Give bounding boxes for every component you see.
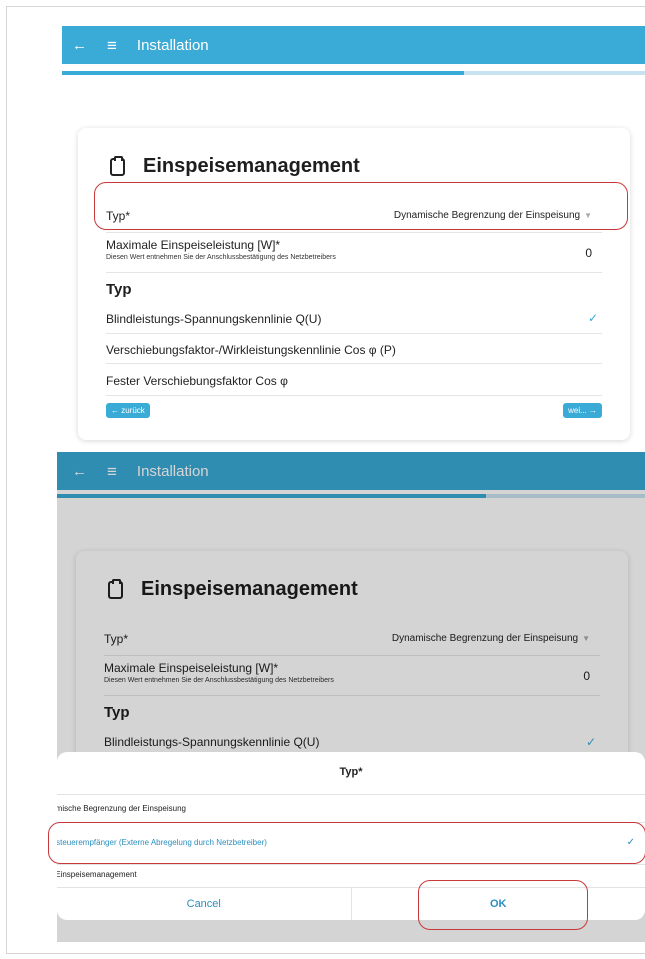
option-label: Fester Verschiebungsfaktor Cos φ xyxy=(106,374,288,388)
card-title: Einspeisemanagement xyxy=(143,155,360,177)
progress-bar xyxy=(62,71,645,75)
option-row[interactable]: Blindleistungs-Spannungskennlinie Q(U) ✓ xyxy=(106,303,602,334)
highlight-selected-option xyxy=(48,822,645,864)
picker-option-label: Kein Einspeisemanagement xyxy=(57,870,137,879)
highlight-ok-button xyxy=(418,880,588,930)
cancel-button[interactable]: Cancel xyxy=(57,888,352,920)
progress-bar-fill xyxy=(62,71,465,75)
menu-icon[interactable]: ≡ xyxy=(107,37,117,54)
check-icon: ✓ xyxy=(587,311,598,325)
section-heading: Typ xyxy=(106,281,132,298)
next-button[interactable]: wei... → xyxy=(563,403,602,418)
back-arrow-icon[interactable]: ← xyxy=(72,38,87,53)
app-bar-title: Installation xyxy=(136,36,209,54)
back-button[interactable]: ← zurück xyxy=(106,403,150,418)
einspeise-card: Einspeisemanagement Typ* Dynamische Begr… xyxy=(78,128,630,440)
picker-option-label: Dynamische Begrenzung der Einspeisung xyxy=(57,804,186,813)
max-power-hint: Diesen Wert entnehmen Sie der Anschlussb… xyxy=(106,254,336,261)
max-power-value[interactable]: 0 xyxy=(585,246,592,260)
option-label: Blindleistungs-Spannungskennlinie Q(U) xyxy=(106,312,322,326)
card-header: Einspeisemanagement xyxy=(110,155,360,178)
max-power-row[interactable]: Maximale Einspeiseleistung [W]* Diesen W… xyxy=(106,232,602,273)
sheet-divider xyxy=(57,794,645,795)
highlight-typ-row xyxy=(94,182,628,230)
clipboard-icon xyxy=(110,155,125,176)
app-bar: ← ≡ Installation xyxy=(62,26,645,64)
option-label: Verschiebungsfaktor-/Wirkleistungskennli… xyxy=(106,343,396,357)
option-row[interactable]: Verschiebungsfaktor-/Wirkleistungskennli… xyxy=(106,333,602,364)
option-row[interactable]: Fester Verschiebungsfaktor Cos φ xyxy=(106,363,602,396)
max-power-label: Maximale Einspeiseleistung [W]* xyxy=(106,238,281,252)
picker-option[interactable]: Dynamische Begrenzung der Einspeisung xyxy=(57,800,645,823)
sheet-title: Typ* xyxy=(339,766,363,778)
